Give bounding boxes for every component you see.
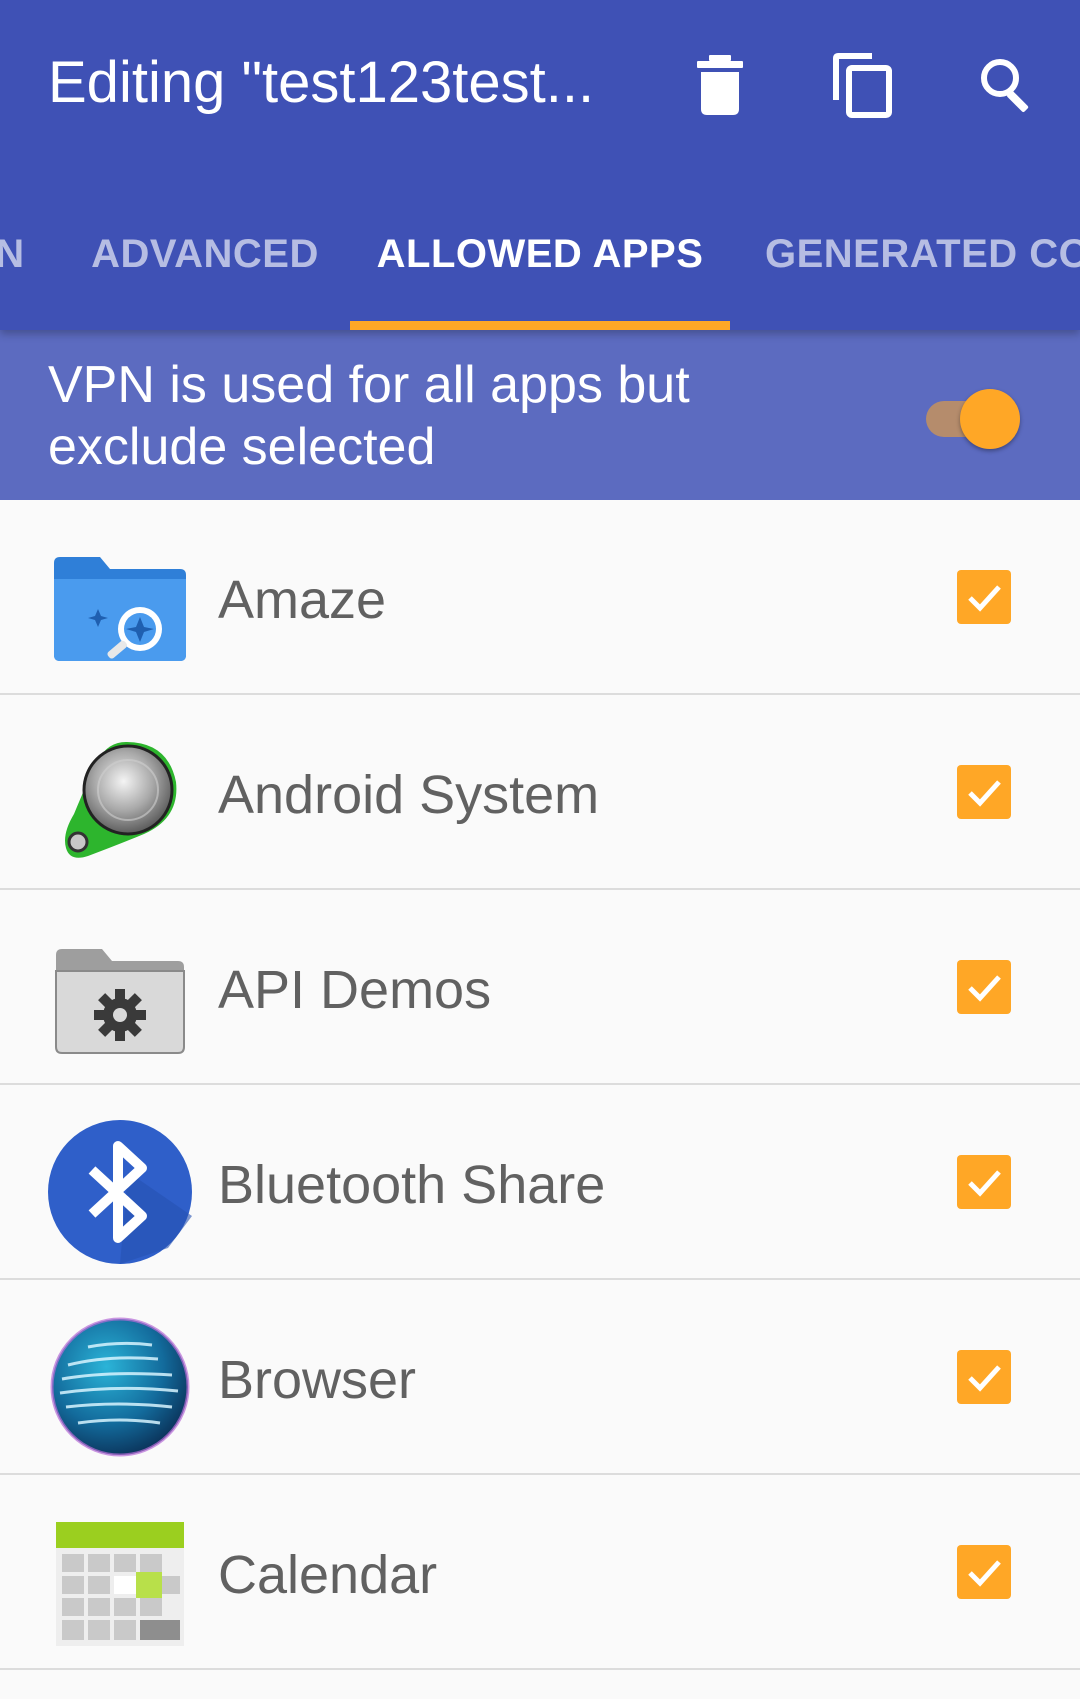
app-checkbox[interactable] xyxy=(957,765,1011,819)
browser-globe-icon xyxy=(48,1315,192,1459)
list-item[interactable]: Calendar xyxy=(0,1475,1080,1670)
check-icon xyxy=(968,975,1001,1002)
exclude-mode-switch[interactable] xyxy=(926,385,1022,449)
exclude-mode-label: VPN is used for all apps but exclude sel… xyxy=(48,356,690,476)
delete-icon xyxy=(697,55,743,115)
app-checkbox[interactable] xyxy=(957,1545,1011,1599)
copy-icon xyxy=(833,53,892,118)
api-demos-folder-icon xyxy=(48,925,192,1069)
tab-advanced[interactable]: ADVANCED xyxy=(65,200,345,330)
page-title: Editing "test123test... xyxy=(48,50,595,115)
tab-indicator xyxy=(350,321,730,330)
search-button[interactable] xyxy=(962,40,1052,130)
app-name: Bluetooth Share xyxy=(218,1155,606,1215)
list-item[interactable]: API Demos xyxy=(0,890,1080,1085)
check-icon xyxy=(968,780,1001,807)
app-checkbox[interactable] xyxy=(957,960,1011,1014)
tab-allowed-apps[interactable]: ALLOWED APPS xyxy=(350,200,730,330)
app-name: Android System xyxy=(218,765,600,825)
app-name: API Demos xyxy=(218,960,492,1020)
check-icon xyxy=(968,1560,1001,1587)
list-item[interactable]: Bluetooth Share xyxy=(0,1085,1080,1280)
tab-bar: N ADVANCED ALLOWED APPS GENERATED CON xyxy=(0,200,1080,330)
search-icon xyxy=(981,59,1029,112)
calendar-icon xyxy=(48,1510,192,1654)
android-system-icon xyxy=(48,730,192,874)
app-name: Browser xyxy=(218,1350,417,1410)
list-item[interactable]: Browser xyxy=(0,1280,1080,1475)
app-name: Calendar xyxy=(218,1545,438,1605)
check-icon xyxy=(968,585,1001,612)
list-item[interactable]: Amaze xyxy=(0,500,1080,695)
copy-button[interactable] xyxy=(818,40,908,130)
check-icon xyxy=(968,1170,1001,1197)
exclude-mode-row: VPN is used for all apps but exclude sel… xyxy=(0,330,1080,500)
app-checkbox[interactable] xyxy=(957,1155,1011,1209)
app-list: Amaze Android System API Demos Bluetooth… xyxy=(0,500,1080,1670)
app-bar: Editing "test123test... N ADVANCED ALLOW… xyxy=(0,0,1080,330)
list-item[interactable]: Android System xyxy=(0,695,1080,890)
amaze-folder-icon xyxy=(48,535,192,679)
delete-button[interactable] xyxy=(675,40,765,130)
app-name: Amaze xyxy=(218,570,387,630)
switch-thumb xyxy=(960,389,1020,449)
check-icon xyxy=(968,1365,1001,1392)
tab-partial[interactable]: N xyxy=(0,200,40,330)
app-checkbox[interactable] xyxy=(957,1350,1011,1404)
app-checkbox[interactable] xyxy=(957,570,1011,624)
tab-generated-config[interactable]: GENERATED CON xyxy=(765,200,1080,330)
bluetooth-icon xyxy=(48,1120,192,1264)
